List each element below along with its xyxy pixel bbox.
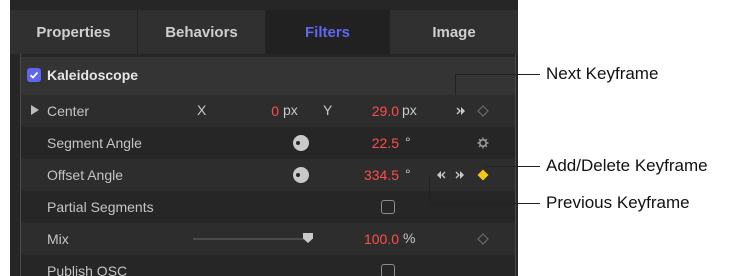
offset-angle-row: Offset Angle 334.5 ° (21, 159, 515, 191)
checkbox-icon[interactable] (381, 264, 395, 276)
inspector-tabs: Properties Behaviors Filters Image (10, 10, 518, 54)
filter-parameter-list: Kaleidoscope Center X 0 px Y 29.0 px Seg… (20, 54, 516, 276)
param-label-center: Center (47, 103, 90, 119)
callout-previous-keyframe: Previous Keyframe (546, 193, 690, 212)
segment-angle-value[interactable]: 22.5 (351, 135, 399, 151)
param-label-segment-angle: Segment Angle (47, 135, 142, 151)
filter-header-row: Kaleidoscope (21, 57, 515, 95)
param-label-offset-angle: Offset Angle (47, 167, 124, 183)
callout-line-previous-keyframe-vertical (429, 176, 430, 203)
gear-icon[interactable] (477, 137, 489, 149)
param-label-partial-segments: Partial Segments (47, 199, 154, 215)
publish-osc-row: Publish OSC (21, 255, 515, 276)
mix-value[interactable]: 100.0 (343, 231, 399, 247)
callout-line-previous-keyframe (429, 203, 540, 204)
center-x-axis-label: X (197, 102, 207, 118)
center-x-value[interactable]: 0 (253, 103, 279, 119)
callout-line-add-delete-keyframe (485, 166, 540, 167)
checkbox-icon[interactable] (381, 200, 395, 214)
filter-enable-checkbox[interactable] (27, 68, 41, 82)
tab-properties[interactable]: Properties (10, 10, 138, 54)
center-y-axis-label: Y (323, 102, 333, 118)
previous-keyframe-icon[interactable] (434, 169, 446, 181)
checkbox-checked-icon (29, 71, 39, 79)
center-row: Center X 0 px Y 29.0 px (21, 95, 515, 127)
center-x-unit: px (283, 102, 298, 118)
tab-behaviors[interactable]: Behaviors (138, 10, 266, 54)
next-keyframe-icon[interactable] (455, 169, 467, 181)
callout-next-keyframe: Next Keyframe (546, 64, 659, 83)
callout-add-delete-keyframe: Add/Delete Keyframe (546, 156, 708, 175)
offset-angle-value[interactable]: 334.5 (343, 167, 399, 183)
keyframe-diamond-icon[interactable] (477, 105, 489, 117)
slider-thumb-icon[interactable] (303, 233, 313, 243)
tab-image[interactable]: Image (390, 10, 518, 54)
mix-slider-track[interactable] (193, 238, 311, 240)
filter-name: Kaleidoscope (47, 67, 139, 83)
dial-icon[interactable] (293, 167, 309, 183)
callout-line-next-keyframe-vertical (455, 74, 456, 95)
inspector-panel: Properties Behaviors Filters Image Kalei… (10, 0, 518, 276)
dial-icon[interactable] (293, 135, 309, 151)
center-y-unit: px (402, 102, 417, 118)
segment-angle-unit: ° (405, 134, 411, 150)
keyframe-diamond-active-icon[interactable] (477, 169, 489, 181)
offset-angle-unit: ° (405, 166, 411, 182)
keyframe-diamond-icon[interactable] (477, 233, 489, 245)
disclosure-triangle-icon[interactable] (31, 105, 39, 115)
mix-row: Mix 100.0 % (21, 223, 515, 255)
partial-segments-row: Partial Segments (21, 191, 515, 223)
param-label-mix: Mix (47, 231, 69, 247)
mix-unit: % (403, 230, 416, 246)
tab-filters[interactable]: Filters (266, 10, 390, 54)
next-keyframe-icon[interactable] (456, 105, 468, 117)
callout-line-next-keyframe (455, 74, 540, 75)
center-y-value[interactable]: 29.0 (351, 103, 399, 119)
param-label-publish-osc: Publish OSC (47, 263, 128, 276)
segment-angle-row: Segment Angle 22.5 ° (21, 127, 515, 159)
